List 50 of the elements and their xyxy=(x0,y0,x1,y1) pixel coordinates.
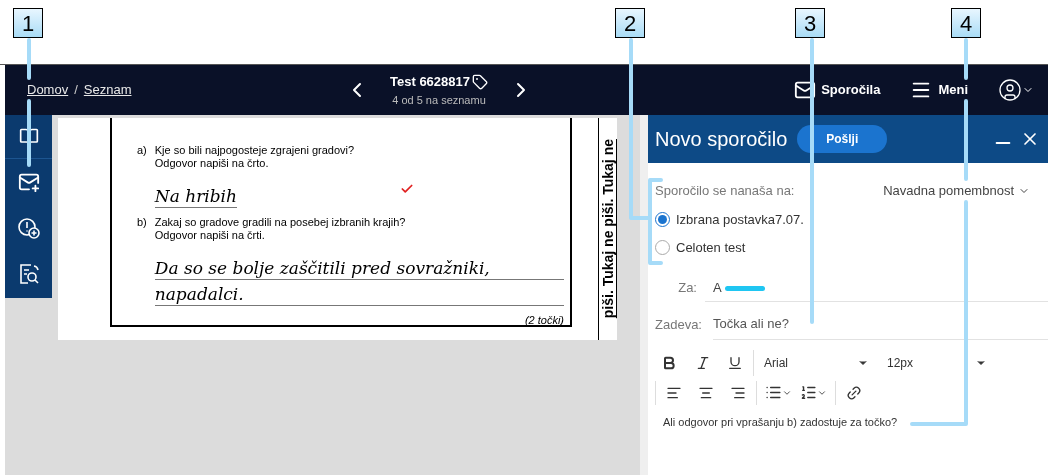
question-text: Odgovor napiši na črti. xyxy=(154,229,266,242)
message-body: Ali odgovor pri vprašanju b) zadostuje za točko? xyxy=(663,414,899,430)
breadcrumb-link[interactable]: Seznam xyxy=(83,80,132,100)
breadcrumb-separator: / xyxy=(74,81,78,100)
scope-radio[interactable]: Celoten test xyxy=(655,238,1048,258)
size-dropdown[interactable]: 12px xyxy=(887,353,987,372)
italic-icon[interactable] xyxy=(695,354,711,371)
breadcrumb-link[interactable]: Domov xyxy=(27,80,69,100)
test-title: Test 6628817 xyxy=(390,73,470,91)
points-text: (2 točki) xyxy=(524,314,564,328)
user-icon xyxy=(998,78,1022,102)
callout-badge: 4 xyxy=(951,8,981,38)
bold-icon[interactable] xyxy=(661,354,677,371)
callout-badge: 1 xyxy=(13,8,43,38)
panel-title: Novo sporočilo xyxy=(655,127,788,152)
numbered-list-icon xyxy=(800,384,817,401)
redaction-mark xyxy=(724,285,765,291)
checkmark-icon xyxy=(400,182,414,196)
user-menu[interactable] xyxy=(998,78,1034,102)
subject-label: Zadeva: xyxy=(655,316,703,334)
envelope-icon xyxy=(794,79,817,101)
messages-button[interactable]: Sporočila xyxy=(794,79,881,101)
add-alert-icon[interactable] xyxy=(16,216,41,240)
underline-icon[interactable] xyxy=(727,354,743,371)
question-marker: b) xyxy=(137,216,147,230)
to-label: Za: xyxy=(677,279,698,297)
menu-button[interactable]: Meni xyxy=(910,79,968,101)
test-position: 4 od 5 na seznamu xyxy=(392,92,486,108)
question-marker: a) xyxy=(137,144,147,158)
handwritten-answer: napadalci. xyxy=(154,283,244,305)
handwritten-answer: Da so se bolje zaščitili pred sovražniki, xyxy=(154,257,490,279)
subject-field[interactable]: Točka ali ne? xyxy=(713,313,1048,340)
question-text: Kje so bili najpogosteje zgrajeni gradovi? xyxy=(154,144,356,157)
to-field[interactable]: A xyxy=(705,277,1048,302)
callout-badge: 3 xyxy=(795,8,825,38)
handwritten-answer: Na hribih xyxy=(154,185,237,207)
bullet-list-dropdown[interactable] xyxy=(765,384,792,401)
callout-badge: 2 xyxy=(615,8,645,38)
bullet-list-icon xyxy=(765,384,782,401)
numbered-list-dropdown[interactable] xyxy=(800,384,827,401)
font-dropdown[interactable]: Arial xyxy=(764,353,869,372)
tag-icon[interactable] xyxy=(472,73,488,90)
send-button[interactable]: Pošlji xyxy=(797,125,888,153)
scope-radio[interactable]: Izbrana postavka7.07. xyxy=(655,209,1048,229)
question-text: Zakaj so gradove gradili na posebej izbranih krajih? xyxy=(154,216,407,229)
priority-dropdown[interactable]: Navadna pomembnost xyxy=(883,181,1030,201)
question-text: Odgovor napiši na črto. xyxy=(154,157,270,170)
add-message-icon[interactable] xyxy=(17,171,40,193)
margin-text: piši. Tukaj ne piši. Tukaj ne xyxy=(598,139,617,319)
relates-label: Sporočilo se nanaša na: xyxy=(655,182,795,200)
